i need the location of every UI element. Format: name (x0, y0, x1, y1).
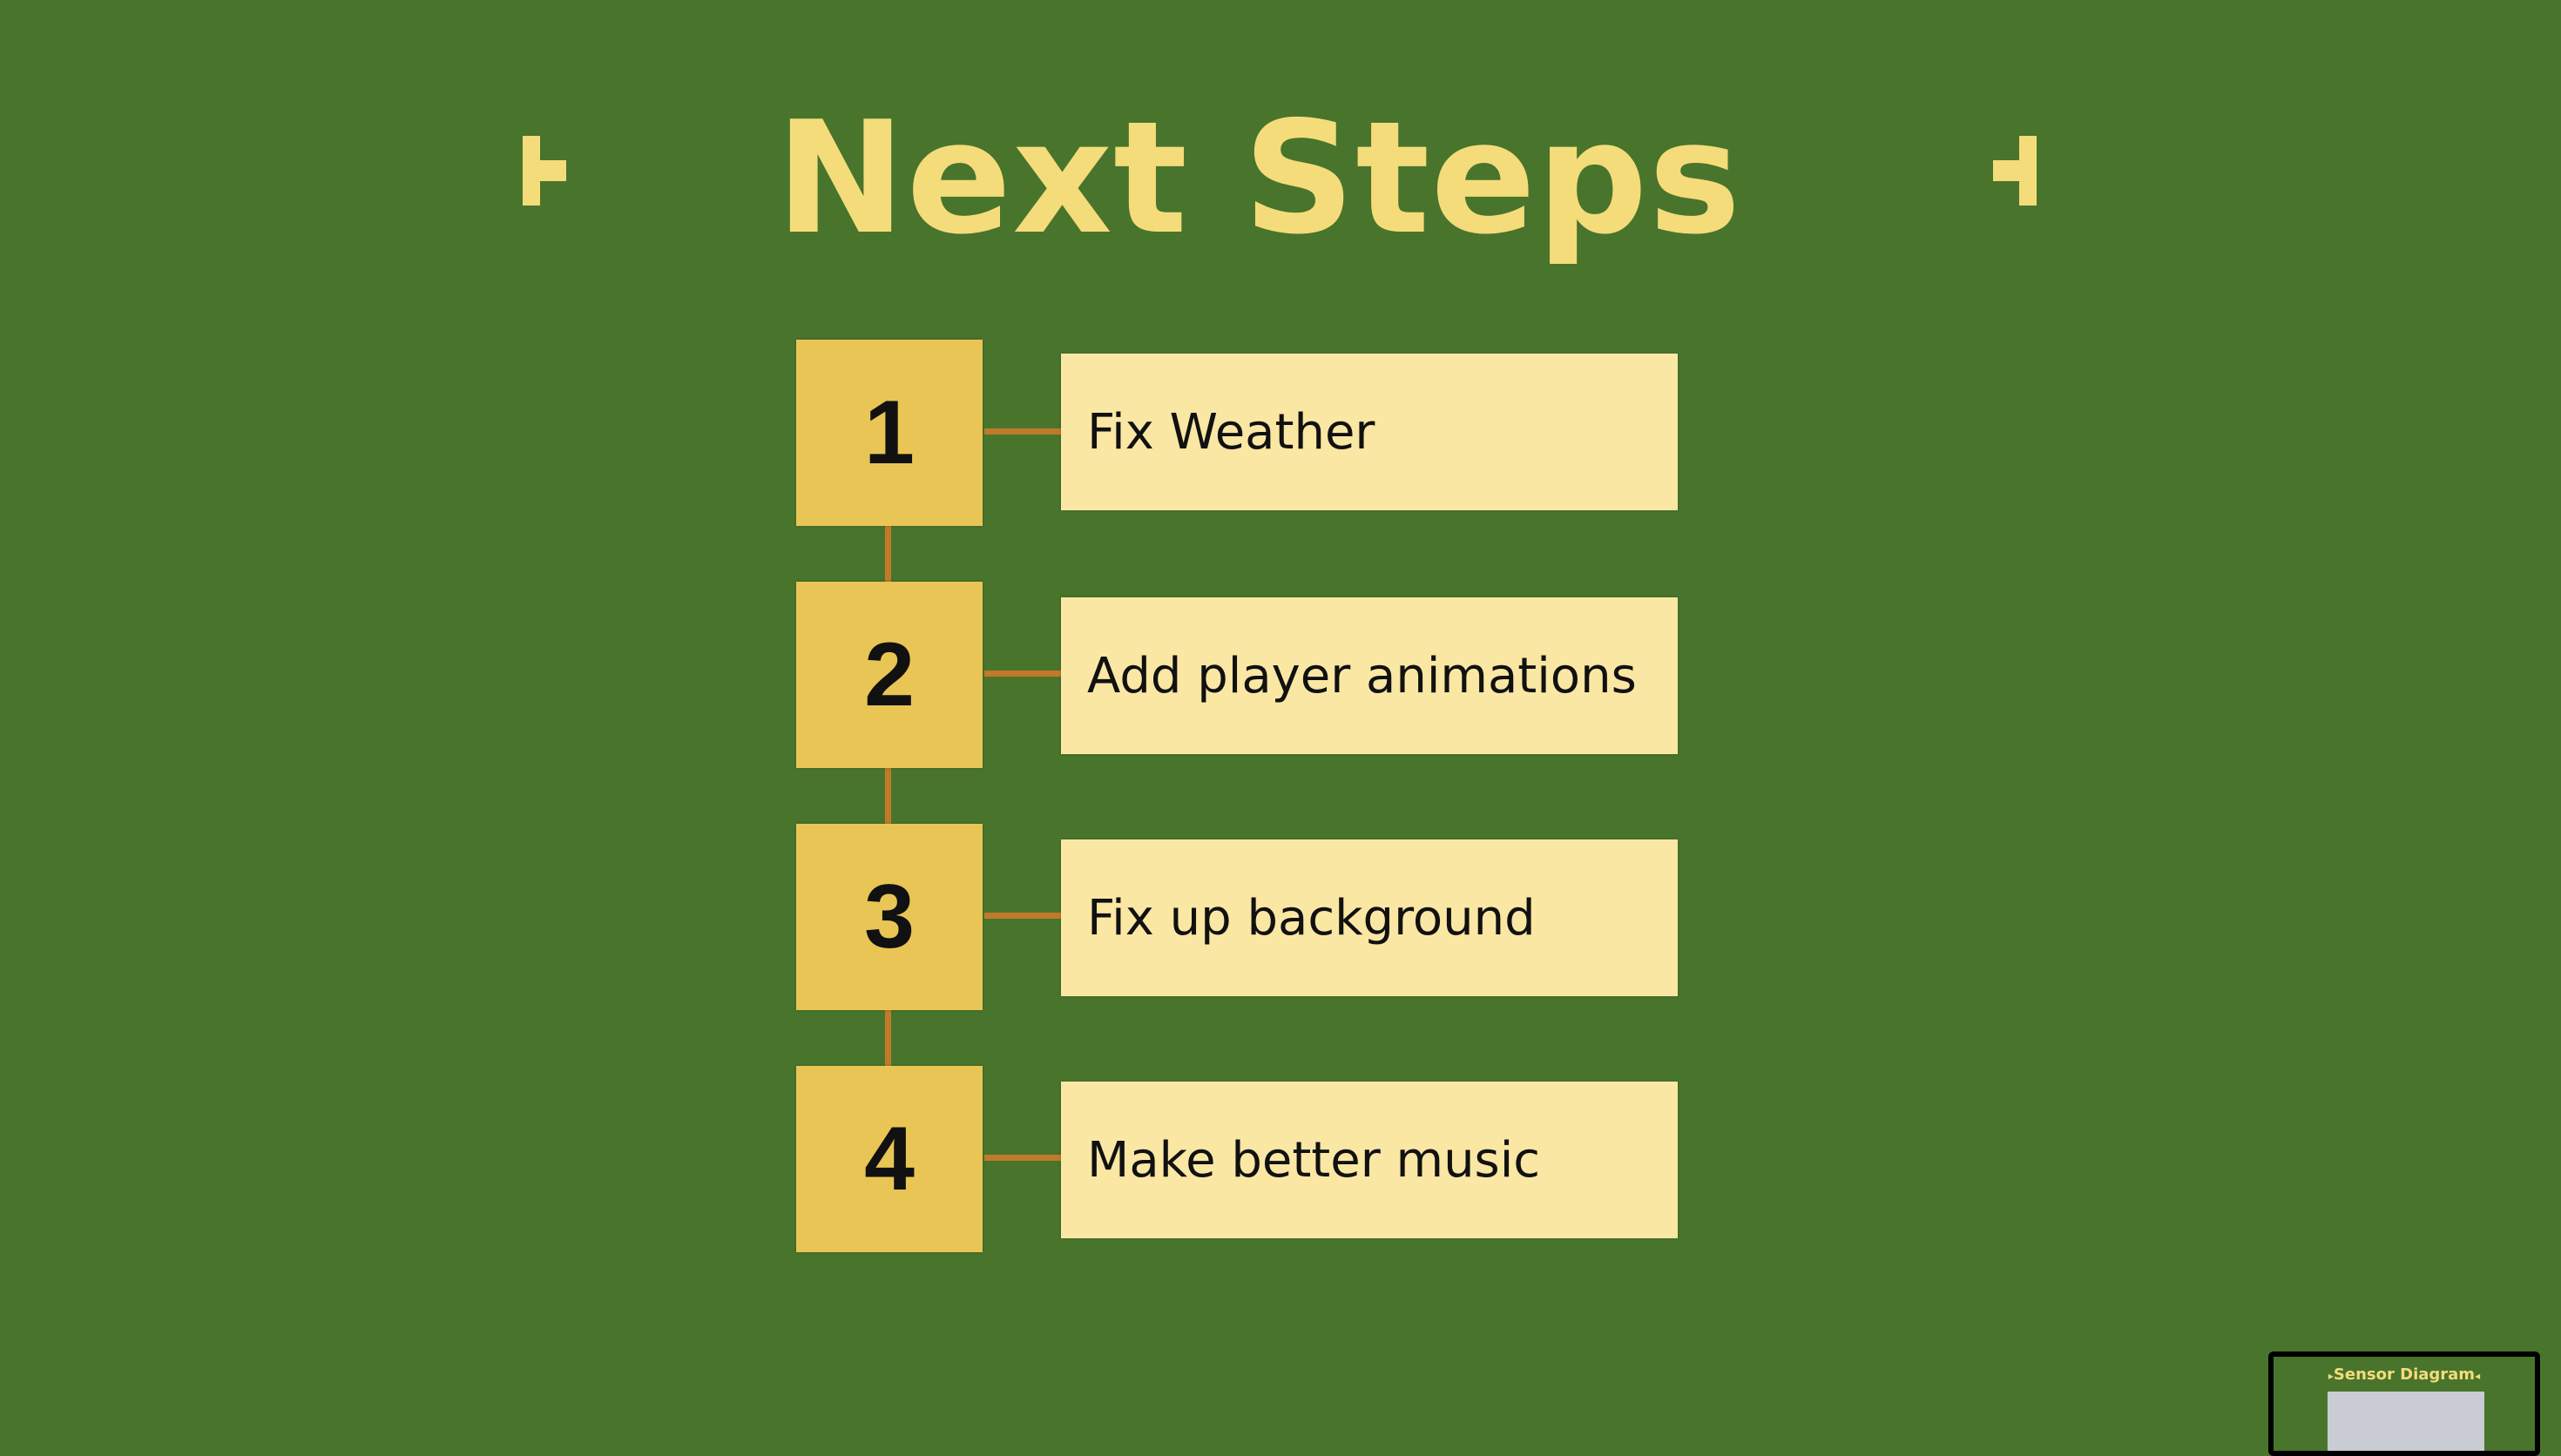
step-connector-horizontal (984, 671, 1061, 677)
step-number-box: 2 (796, 582, 983, 768)
step-label-box: Make better music (1061, 1082, 1678, 1238)
caret-left-icon: ◂ (2475, 1370, 2481, 1382)
thumbnail-preview: ▸Sensor Diagram◂ (2274, 1357, 2535, 1451)
step-label: Fix Weather (1087, 403, 1375, 461)
thumbnail-title: ▸Sensor Diagram◂ (2274, 1365, 2535, 1384)
step-label-box: Fix Weather (1061, 354, 1678, 510)
step-label-box: Add player animations (1061, 597, 1678, 754)
step-label-box: Fix up background (1061, 839, 1678, 996)
step-connector-horizontal (984, 428, 1061, 435)
step-connector-vertical (885, 526, 891, 582)
slide-canvas: Next Steps 1 Fix Weather 2 Add player an… (0, 0, 2561, 1456)
step-connector-horizontal (984, 1155, 1061, 1161)
bracket-tab-icon (1988, 134, 2040, 207)
step-number-box: 3 (796, 824, 983, 1010)
step-number-box: 4 (796, 1066, 983, 1252)
slide-title: Next Steps (775, 88, 1742, 268)
step-label: Fix up background (1087, 889, 1536, 947)
step-connector-vertical (885, 1010, 891, 1066)
next-slide-thumbnail[interactable]: ▸Sensor Diagram◂ (2268, 1352, 2540, 1456)
thumbnail-title-text: Sensor Diagram (2333, 1365, 2476, 1384)
step-connector-horizontal (984, 913, 1061, 919)
step-label: Make better music (1087, 1131, 1541, 1189)
thumbnail-diagram-image (2328, 1392, 2484, 1451)
step-connector-vertical (885, 768, 891, 824)
step-label: Add player animations (1087, 647, 1637, 704)
step-number-box: 1 (796, 340, 983, 526)
